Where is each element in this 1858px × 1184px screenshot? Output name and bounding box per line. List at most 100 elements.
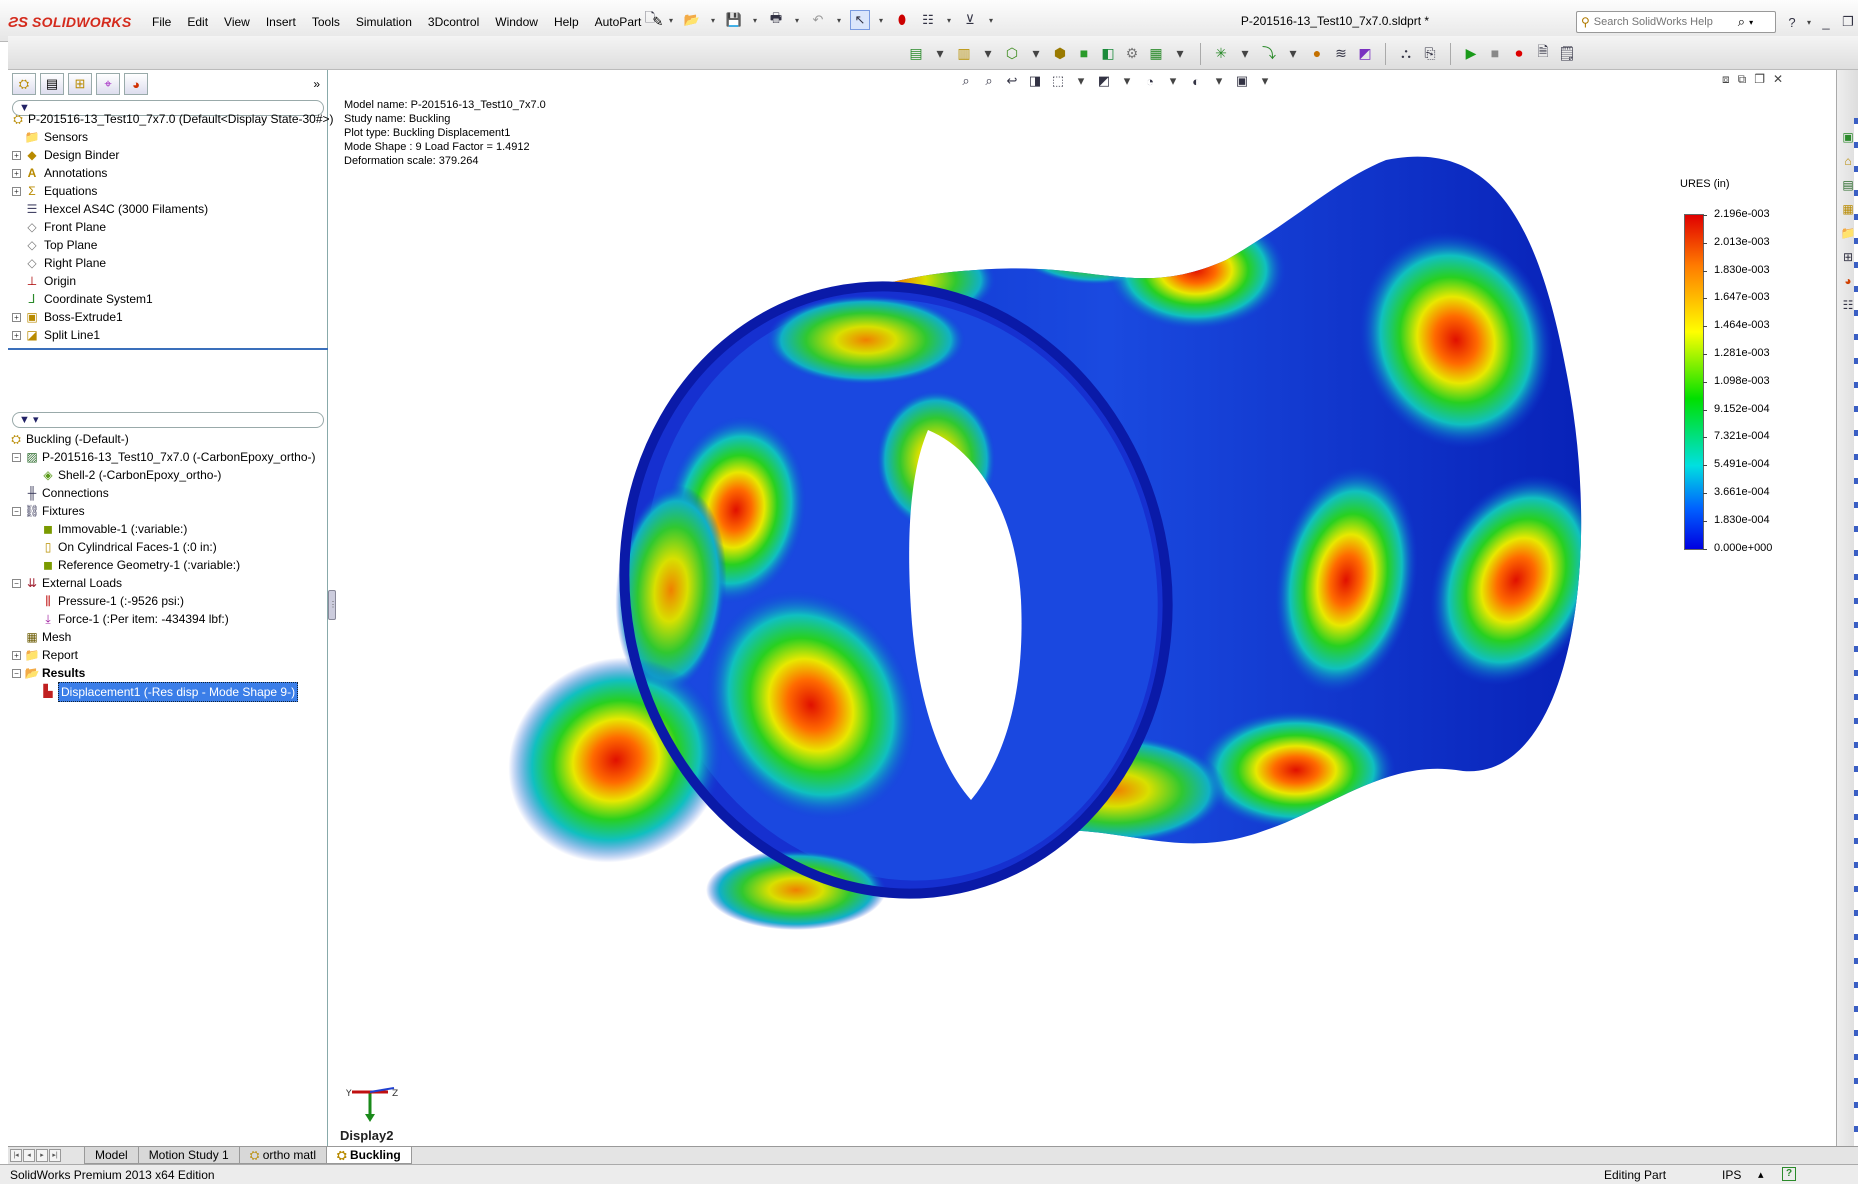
tree-item-sensors[interactable]: 📁 Sensors: [8, 128, 328, 146]
search-icon[interactable]: ⌕: [1738, 14, 1745, 30]
chevron-down-icon[interactable]: ▾: [1170, 43, 1190, 63]
chevron-up-icon[interactable]: ▴: [1758, 1168, 1764, 1181]
expand-chevron-icon[interactable]: »: [313, 77, 320, 91]
stop-icon[interactable]: ■: [1485, 43, 1505, 63]
file-properties-icon[interactable]: ☷: [918, 10, 938, 30]
property-manager-tab-icon[interactable]: ▤: [40, 73, 64, 95]
export-icon[interactable]: 🗎: [1533, 43, 1553, 63]
help-search[interactable]: ⚲ ⌕ ▾: [1576, 11, 1776, 33]
tree-root[interactable]: ⛭ P-201516-13_Test10_7x7.0 (Default<Disp…: [8, 110, 333, 128]
tree-item-coordinate-system[interactable]: ⅃ Coordinate System1: [8, 290, 328, 308]
animate-icon[interactable]: ●: [1307, 43, 1327, 63]
menu-help[interactable]: Help: [546, 14, 587, 30]
chevron-down-icon[interactable]: ▾: [930, 43, 950, 63]
feature-manager-tab-icon[interactable]: ⛭: [12, 73, 36, 95]
panel-splitter[interactable]: ⋮: [328, 590, 337, 620]
open-folder-icon[interactable]: 📂: [682, 10, 702, 30]
graphics-area[interactable]: ⌕ ⌕ ↩ ◨ ⬚ ▾ ◩ ▾ ◔ ▾ ◐ ▾ ▣ ▾ ⧈ ⧉ ❐ ✕ Model nam…: [336, 70, 1836, 1146]
tree-item-right-plane[interactable]: ◇ Right Plane: [8, 254, 328, 272]
unit-system[interactable]: IPS: [1722, 1168, 1741, 1182]
tree-item-annotations[interactable]: + A Annotations: [8, 164, 328, 182]
study-mesh[interactable]: ▦ Mesh: [8, 628, 328, 646]
study-fixtures[interactable]: − ⛓ Fixtures: [8, 502, 328, 520]
configuration-manager-tab-icon[interactable]: ⊞: [68, 73, 92, 95]
last-tab-icon[interactable]: ▸|: [49, 1149, 61, 1162]
simulation-tree-filter[interactable]: ▼ ▾: [12, 412, 324, 428]
collapse-minus-icon[interactable]: −: [12, 507, 21, 516]
report-icon[interactable]: ⎘: [1420, 43, 1440, 63]
prev-tab-icon[interactable]: ◂: [23, 1149, 35, 1162]
expand-plus-icon[interactable]: +: [12, 651, 21, 660]
help-question-icon[interactable]: ?: [1782, 12, 1802, 32]
undo-icon[interactable]: ↶: [808, 10, 828, 30]
fixture-immovable[interactable]: ◼ Immovable-1 (:variable:): [8, 520, 328, 538]
chevron-down-icon[interactable]: ▾: [986, 10, 996, 30]
tree-item-equations[interactable]: + Σ Equations: [8, 182, 328, 200]
menu-window[interactable]: Window: [487, 14, 546, 30]
menu-simulation[interactable]: Simulation: [348, 14, 420, 30]
solidworks-logo[interactable]: ƧS SOLIDWORKS: [8, 10, 131, 34]
loads-icon[interactable]: ⬢: [1050, 43, 1070, 63]
study-external-loads[interactable]: − ⇊ External Loads: [8, 574, 328, 592]
expand-plus-icon[interactable]: +: [12, 187, 21, 196]
fixtures-icon[interactable]: ⬡: [1002, 43, 1022, 63]
select-pointer-icon[interactable]: ↖: [850, 10, 870, 30]
chart-options-icon[interactable]: ◩: [1355, 43, 1375, 63]
iso-clipping-icon[interactable]: ≋: [1331, 43, 1351, 63]
restore-icon[interactable]: ❐: [1838, 12, 1858, 32]
menu-edit[interactable]: Edit: [179, 14, 216, 30]
connections-icon[interactable]: ■: [1074, 43, 1094, 63]
dimxpert-tab-icon[interactable]: ⌖: [96, 73, 120, 95]
record-icon[interactable]: ⏺: [1509, 43, 1529, 63]
expand-plus-icon[interactable]: +: [12, 169, 21, 178]
probe-icon[interactable]: ⤵: [1259, 43, 1279, 63]
menu-view[interactable]: View: [216, 14, 258, 30]
tree-item-top-plane[interactable]: ◇ Top Plane: [8, 236, 328, 254]
chevron-down-icon[interactable]: ▾: [1026, 43, 1046, 63]
collapse-minus-icon[interactable]: −: [12, 453, 21, 462]
study-buckling[interactable]: ⛭ Buckling (-Default-): [8, 430, 328, 448]
expand-plus-icon[interactable]: +: [12, 151, 21, 160]
study-part[interactable]: − ▨ P-201516-13_Test10_7x7.0 (-CarbonEpo…: [8, 448, 328, 466]
minimize-icon[interactable]: _: [1816, 12, 1836, 32]
new-document-icon[interactable]: 🗋: [640, 10, 660, 30]
traffic-light-icon[interactable]: ⬮: [892, 10, 912, 30]
chevron-down-icon[interactable]: ▾: [978, 43, 998, 63]
chevron-down-icon[interactable]: ▾: [750, 10, 760, 30]
chevron-down-icon[interactable]: ▾: [1749, 18, 1753, 27]
load-pressure[interactable]: ⫼ Pressure-1 (:-9526 psi:): [8, 592, 328, 610]
chevron-down-icon[interactable]: ▾: [792, 10, 802, 30]
chevron-down-icon[interactable]: ▾: [708, 10, 718, 30]
print-icon[interactable]: 🖶: [766, 10, 786, 30]
tab-motion-study[interactable]: Motion Study 1: [137, 1147, 240, 1164]
play-icon[interactable]: ▶: [1461, 43, 1481, 63]
tree-item-origin[interactable]: ⊥ Origin: [8, 272, 328, 290]
apply-material-icon[interactable]: ▥: [954, 43, 974, 63]
tree-item-material[interactable]: ☰ Hexcel AS4C (3000 Filaments): [8, 200, 328, 218]
menu-3dcontrol[interactable]: 3Dcontrol: [420, 14, 487, 30]
collapse-minus-icon[interactable]: −: [12, 579, 21, 588]
tab-model[interactable]: Model: [84, 1147, 139, 1164]
chevron-down-icon[interactable]: ▾: [1283, 43, 1303, 63]
chevron-down-icon[interactable]: ▾: [1235, 43, 1255, 63]
shell-manager-icon[interactable]: ◧: [1098, 43, 1118, 63]
collapse-minus-icon[interactable]: −: [12, 669, 21, 678]
help-search-input[interactable]: [1593, 16, 1734, 28]
chevron-down-icon[interactable]: ▾: [834, 10, 844, 30]
tree-item-front-plane[interactable]: ◇ Front Plane: [8, 218, 328, 236]
select-filter-icon[interactable]: ⊻: [960, 10, 980, 30]
tab-ortho-matl[interactable]: ⛭ ortho matl: [238, 1147, 328, 1164]
expand-plus-icon[interactable]: +: [12, 313, 21, 322]
tree-item-split-line[interactable]: + ◪ Split Line1: [8, 326, 328, 344]
menu-tools[interactable]: Tools: [304, 14, 348, 30]
buckling-displacement-plot[interactable]: [336, 70, 1836, 1146]
chevron-down-icon[interactable]: ▾: [666, 10, 676, 30]
sensor-icon[interactable]: ✳: [1211, 43, 1231, 63]
tree-item-design-binder[interactable]: + ◆ Design Binder: [8, 146, 328, 164]
first-tab-icon[interactable]: |◂: [10, 1149, 22, 1162]
reference-triad-icon[interactable]: Y Z: [344, 1084, 404, 1124]
sketch-toolbar-strip[interactable]: [1854, 118, 1858, 1158]
study-results[interactable]: − 📂 Results: [8, 664, 328, 682]
mesh-control-icon[interactable]: ⚙: [1122, 43, 1142, 63]
tab-buckling[interactable]: ⛭ Buckling: [326, 1147, 412, 1164]
